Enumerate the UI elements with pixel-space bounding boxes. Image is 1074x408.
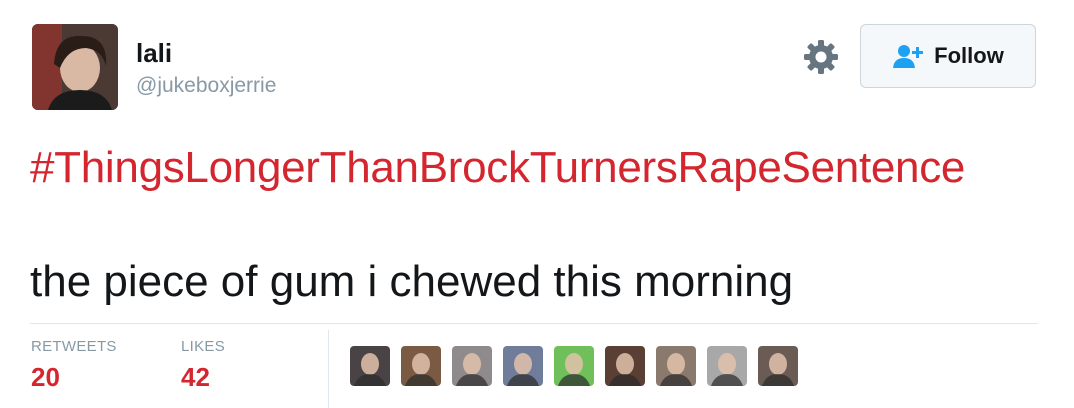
follow-button[interactable]: Follow <box>860 24 1036 88</box>
user-handle[interactable]: @jukeboxjerrie <box>136 74 276 98</box>
liker-avatar[interactable] <box>554 346 594 386</box>
hashtag-link[interactable]: #ThingsLongerThanBrockTurnersRapeSentenc… <box>30 140 965 196</box>
liker-avatar[interactable] <box>707 346 747 386</box>
liker-avatar[interactable] <box>605 346 645 386</box>
likes-label: LIKES <box>181 338 226 355</box>
retweets-stat[interactable]: RETWEETS 20 <box>31 338 117 392</box>
liker-avatar[interactable] <box>503 346 543 386</box>
gear-icon[interactable] <box>802 38 840 76</box>
divider <box>30 323 1038 324</box>
avatar[interactable] <box>32 24 118 110</box>
retweets-count: 20 <box>31 362 60 392</box>
liker-avatar[interactable] <box>758 346 798 386</box>
liker-avatar[interactable] <box>452 346 492 386</box>
likes-count: 42 <box>181 362 210 392</box>
display-name[interactable]: lali <box>136 38 172 68</box>
avatar-image <box>32 24 118 110</box>
stats-divider <box>328 330 329 408</box>
add-user-icon <box>892 43 926 69</box>
liker-avatar[interactable] <box>656 346 696 386</box>
liker-avatar[interactable] <box>401 346 441 386</box>
likes-stat[interactable]: LIKES 42 <box>181 338 225 392</box>
likers-list <box>350 346 809 386</box>
liker-avatar[interactable] <box>350 346 390 386</box>
tweet-text: the piece of gum i chewed this morning <box>30 257 794 306</box>
retweets-label: RETWEETS <box>31 338 117 355</box>
follow-label: Follow <box>934 43 1004 68</box>
